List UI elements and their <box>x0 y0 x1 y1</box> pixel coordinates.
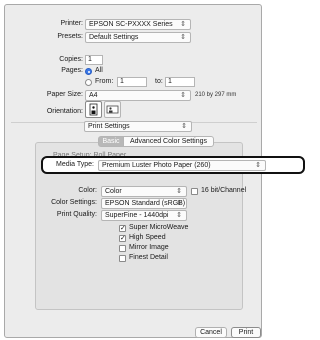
chevron-updown-icon: ⇕ <box>176 212 182 219</box>
cancel-button[interactable]: Cancel <box>195 327 227 338</box>
print-button[interactable]: Print <box>231 327 261 338</box>
copies-field[interactable]: 1 <box>85 55 103 65</box>
pages-from-label: From: <box>95 78 114 85</box>
printer-label: Printer: <box>60 20 83 27</box>
color-settings-select[interactable]: EPSON Standard (sRGB) ⇕ <box>101 198 187 209</box>
tab-advanced-color[interactable]: Advanced Color Settings <box>123 136 214 147</box>
pages-all-radio[interactable] <box>85 68 92 75</box>
chevron-updown-icon: ⇕ <box>180 92 186 99</box>
chevron-updown-icon: ⇕ <box>176 188 182 195</box>
tab-basic-label: Basic <box>102 138 120 145</box>
media-type-value: Premium Luster Photo Paper (260) <box>102 162 211 169</box>
chevron-updown-icon: ⇕ <box>255 162 261 169</box>
color-select[interactable]: Color ⇕ <box>101 186 187 197</box>
chevron-updown-icon: ⇕ <box>176 200 182 207</box>
portrait-icon <box>89 103 98 116</box>
super-microweave-label: Super MicroWeave <box>129 224 189 231</box>
paper-size-label: Paper Size: <box>46 91 83 98</box>
paper-size-value: A4 <box>89 92 98 99</box>
print-settings-value: Print Settings <box>88 123 130 130</box>
printer-select[interactable]: EPSON SC-PXXXX Series ⇕ <box>85 19 191 30</box>
copies-label: Copies: <box>59 56 83 63</box>
media-type-label: Media Type: <box>56 161 95 168</box>
color-settings-label: Color Settings: <box>51 199 97 206</box>
print-button-label: Print <box>238 329 254 336</box>
media-type-select[interactable]: Premium Luster Photo Paper (260) ⇕ <box>98 160 266 171</box>
finest-detail-label: Finest Detail <box>129 254 168 261</box>
pages-all-label: All <box>95 67 103 74</box>
pages-to-field[interactable]: 1 <box>165 77 195 87</box>
high-speed-checkbox[interactable]: ✓ <box>119 235 126 242</box>
pages-label: Pages: <box>61 67 83 74</box>
printer-select-value: EPSON SC-PXXXX Series <box>89 21 173 28</box>
print-settings-select[interactable]: Print Settings ⇕ <box>84 121 192 132</box>
orientation-portrait-button[interactable] <box>85 101 102 118</box>
presets-label: Presets: <box>57 33 83 40</box>
print-quality-label: Print Quality: <box>56 211 97 218</box>
pages-to-value: 1 <box>168 78 172 85</box>
print-quality-value: SuperFine - 1440dpi <box>105 212 169 219</box>
cancel-button-label: Cancel <box>200 329 222 336</box>
sixteen-bit-checkbox[interactable] <box>191 188 198 195</box>
tab-advanced-color-label: Advanced Color Settings <box>129 138 208 145</box>
orientation-label: Orientation: <box>46 108 83 115</box>
chevron-updown-icon: ⇕ <box>180 34 186 41</box>
print-quality-select[interactable]: SuperFine - 1440dpi ⇕ <box>101 210 187 221</box>
mirror-image-label: Mirror Image <box>129 244 169 251</box>
tab-basic[interactable]: Basic <box>98 136 124 147</box>
chevron-updown-icon: ⇕ <box>181 123 187 130</box>
pages-range-radio[interactable] <box>85 79 92 86</box>
chevron-updown-icon: ⇕ <box>180 21 186 28</box>
high-speed-label: High Speed <box>129 234 166 241</box>
pages-to-label: to: <box>155 78 163 85</box>
super-microweave-checkbox[interactable]: ✓ <box>119 225 126 232</box>
paper-size-select[interactable]: A4 ⇕ <box>85 90 191 101</box>
copies-value: 1 <box>88 56 92 63</box>
paper-dimensions: 210 by 297 mm <box>195 92 237 98</box>
sixteen-bit-label: 16 bit/Channel <box>201 187 247 194</box>
presets-select-value: Default Settings <box>89 34 139 41</box>
color-settings-value: EPSON Standard (sRGB) <box>105 200 186 207</box>
color-label: Color: <box>78 187 97 194</box>
presets-select[interactable]: Default Settings ⇕ <box>85 32 191 43</box>
finest-detail-checkbox[interactable] <box>119 255 126 262</box>
orientation-landscape-button[interactable] <box>104 101 121 118</box>
mirror-image-checkbox[interactable] <box>119 245 126 252</box>
media-type-callout: Media Type: Premium Luster Photo Paper (… <box>41 156 305 174</box>
color-select-value: Color <box>105 188 122 195</box>
landscape-icon <box>106 105 119 114</box>
pages-from-value: 1 <box>120 78 124 85</box>
pages-from-field[interactable]: 1 <box>117 77 147 87</box>
